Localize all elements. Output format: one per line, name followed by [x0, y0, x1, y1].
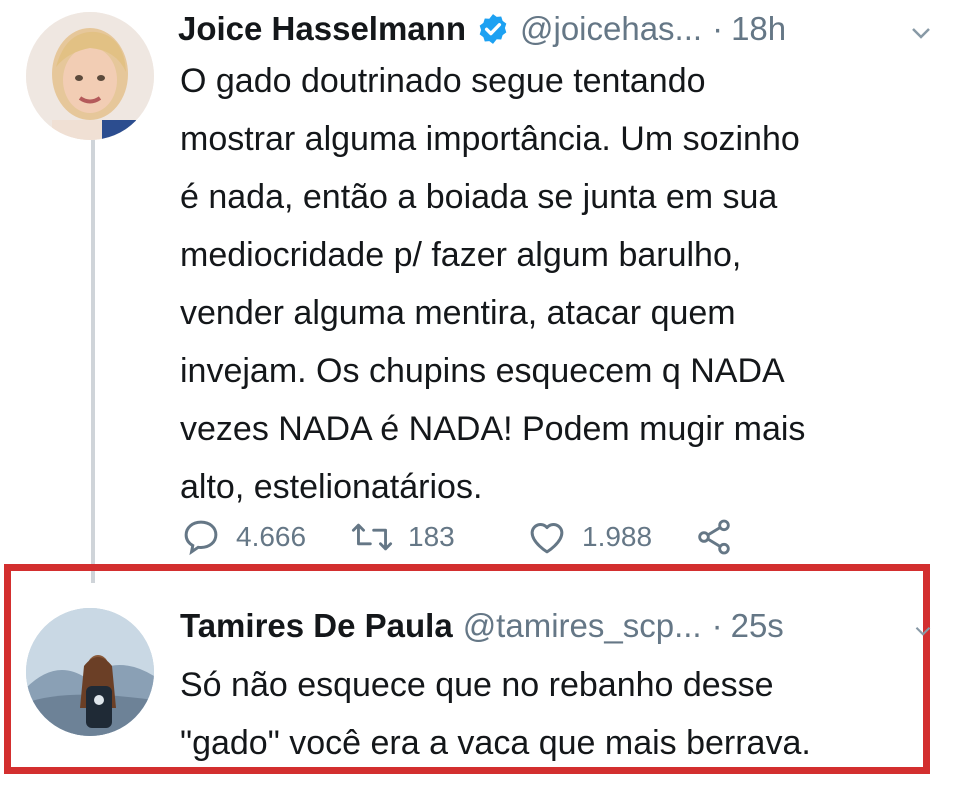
separator-dot: ·: [712, 10, 724, 47]
tweet-text: O gado doutrinado segue tentando mostrar …: [180, 52, 805, 516]
reply-author-handle[interactable]: @tamires_scp...: [463, 607, 702, 645]
reply-timestamp[interactable]: 25s: [731, 607, 784, 645]
retweet-count: 183: [408, 521, 455, 552]
reply-text-line: "gado" você era a vaca que mais berrava.: [180, 724, 811, 762]
author-name[interactable]: Joice Hasselmann: [178, 10, 466, 48]
reply-author-name[interactable]: Tamires De Paula: [180, 607, 453, 645]
like-count: 1.988: [582, 521, 653, 552]
heart-icon: [530, 523, 564, 554]
verified-badge-icon: [476, 12, 510, 46]
thread-connector-line: [91, 138, 95, 583]
tweet-text-line: é nada, então a boiada se junta em sua: [180, 178, 778, 216]
avatar[interactable]: [26, 12, 154, 140]
tweet-text-line: mediocridade p/ fazer algum barulho,: [180, 236, 742, 274]
like-button[interactable]: 1.988: [526, 512, 652, 562]
tweet-text-line: vender alguma mentira, atacar quem: [180, 294, 736, 332]
reply-count: 4.666: [236, 521, 307, 552]
reply-header: Tamires De Paula @tamires_scp... · 25s: [180, 607, 784, 645]
tweet-actions: 4.666 183 1.988: [180, 512, 740, 562]
retweet-icon: [351, 523, 393, 551]
reply-text: Só não esquece que no rebanho desse "gado…: [180, 656, 811, 772]
comment-icon: [184, 520, 218, 556]
separator-dot: ·: [711, 607, 723, 644]
tweet-text-line: alto, estelionatários.: [180, 468, 483, 506]
tweet-header: Joice Hasselmann @joicehas... · 18h: [178, 10, 786, 48]
reply-button[interactable]: 4.666: [180, 512, 306, 562]
share-icon: [698, 519, 730, 555]
retweet-button[interactable]: 183: [350, 512, 455, 562]
avatar[interactable]: [26, 608, 154, 736]
chevron-down-icon[interactable]: [914, 622, 936, 644]
tweet-text-line: O gado doutrinado segue tentando: [180, 62, 706, 100]
author-handle[interactable]: @joicehas...: [520, 10, 702, 48]
tweet-text-line: mostrar alguma importância. Um sozinho: [180, 120, 800, 158]
chevron-down-icon[interactable]: [910, 22, 932, 44]
tweet-text-line: vezes NADA é NADA! Podem mugir mais: [180, 410, 806, 448]
share-button[interactable]: [694, 512, 748, 562]
tweet-text-line: invejam. Os chupins esquecem q NADA: [180, 352, 785, 390]
tweet-timestamp[interactable]: 18h: [731, 10, 786, 48]
reply-text-line: Só não esquece que no rebanho desse: [180, 666, 774, 704]
